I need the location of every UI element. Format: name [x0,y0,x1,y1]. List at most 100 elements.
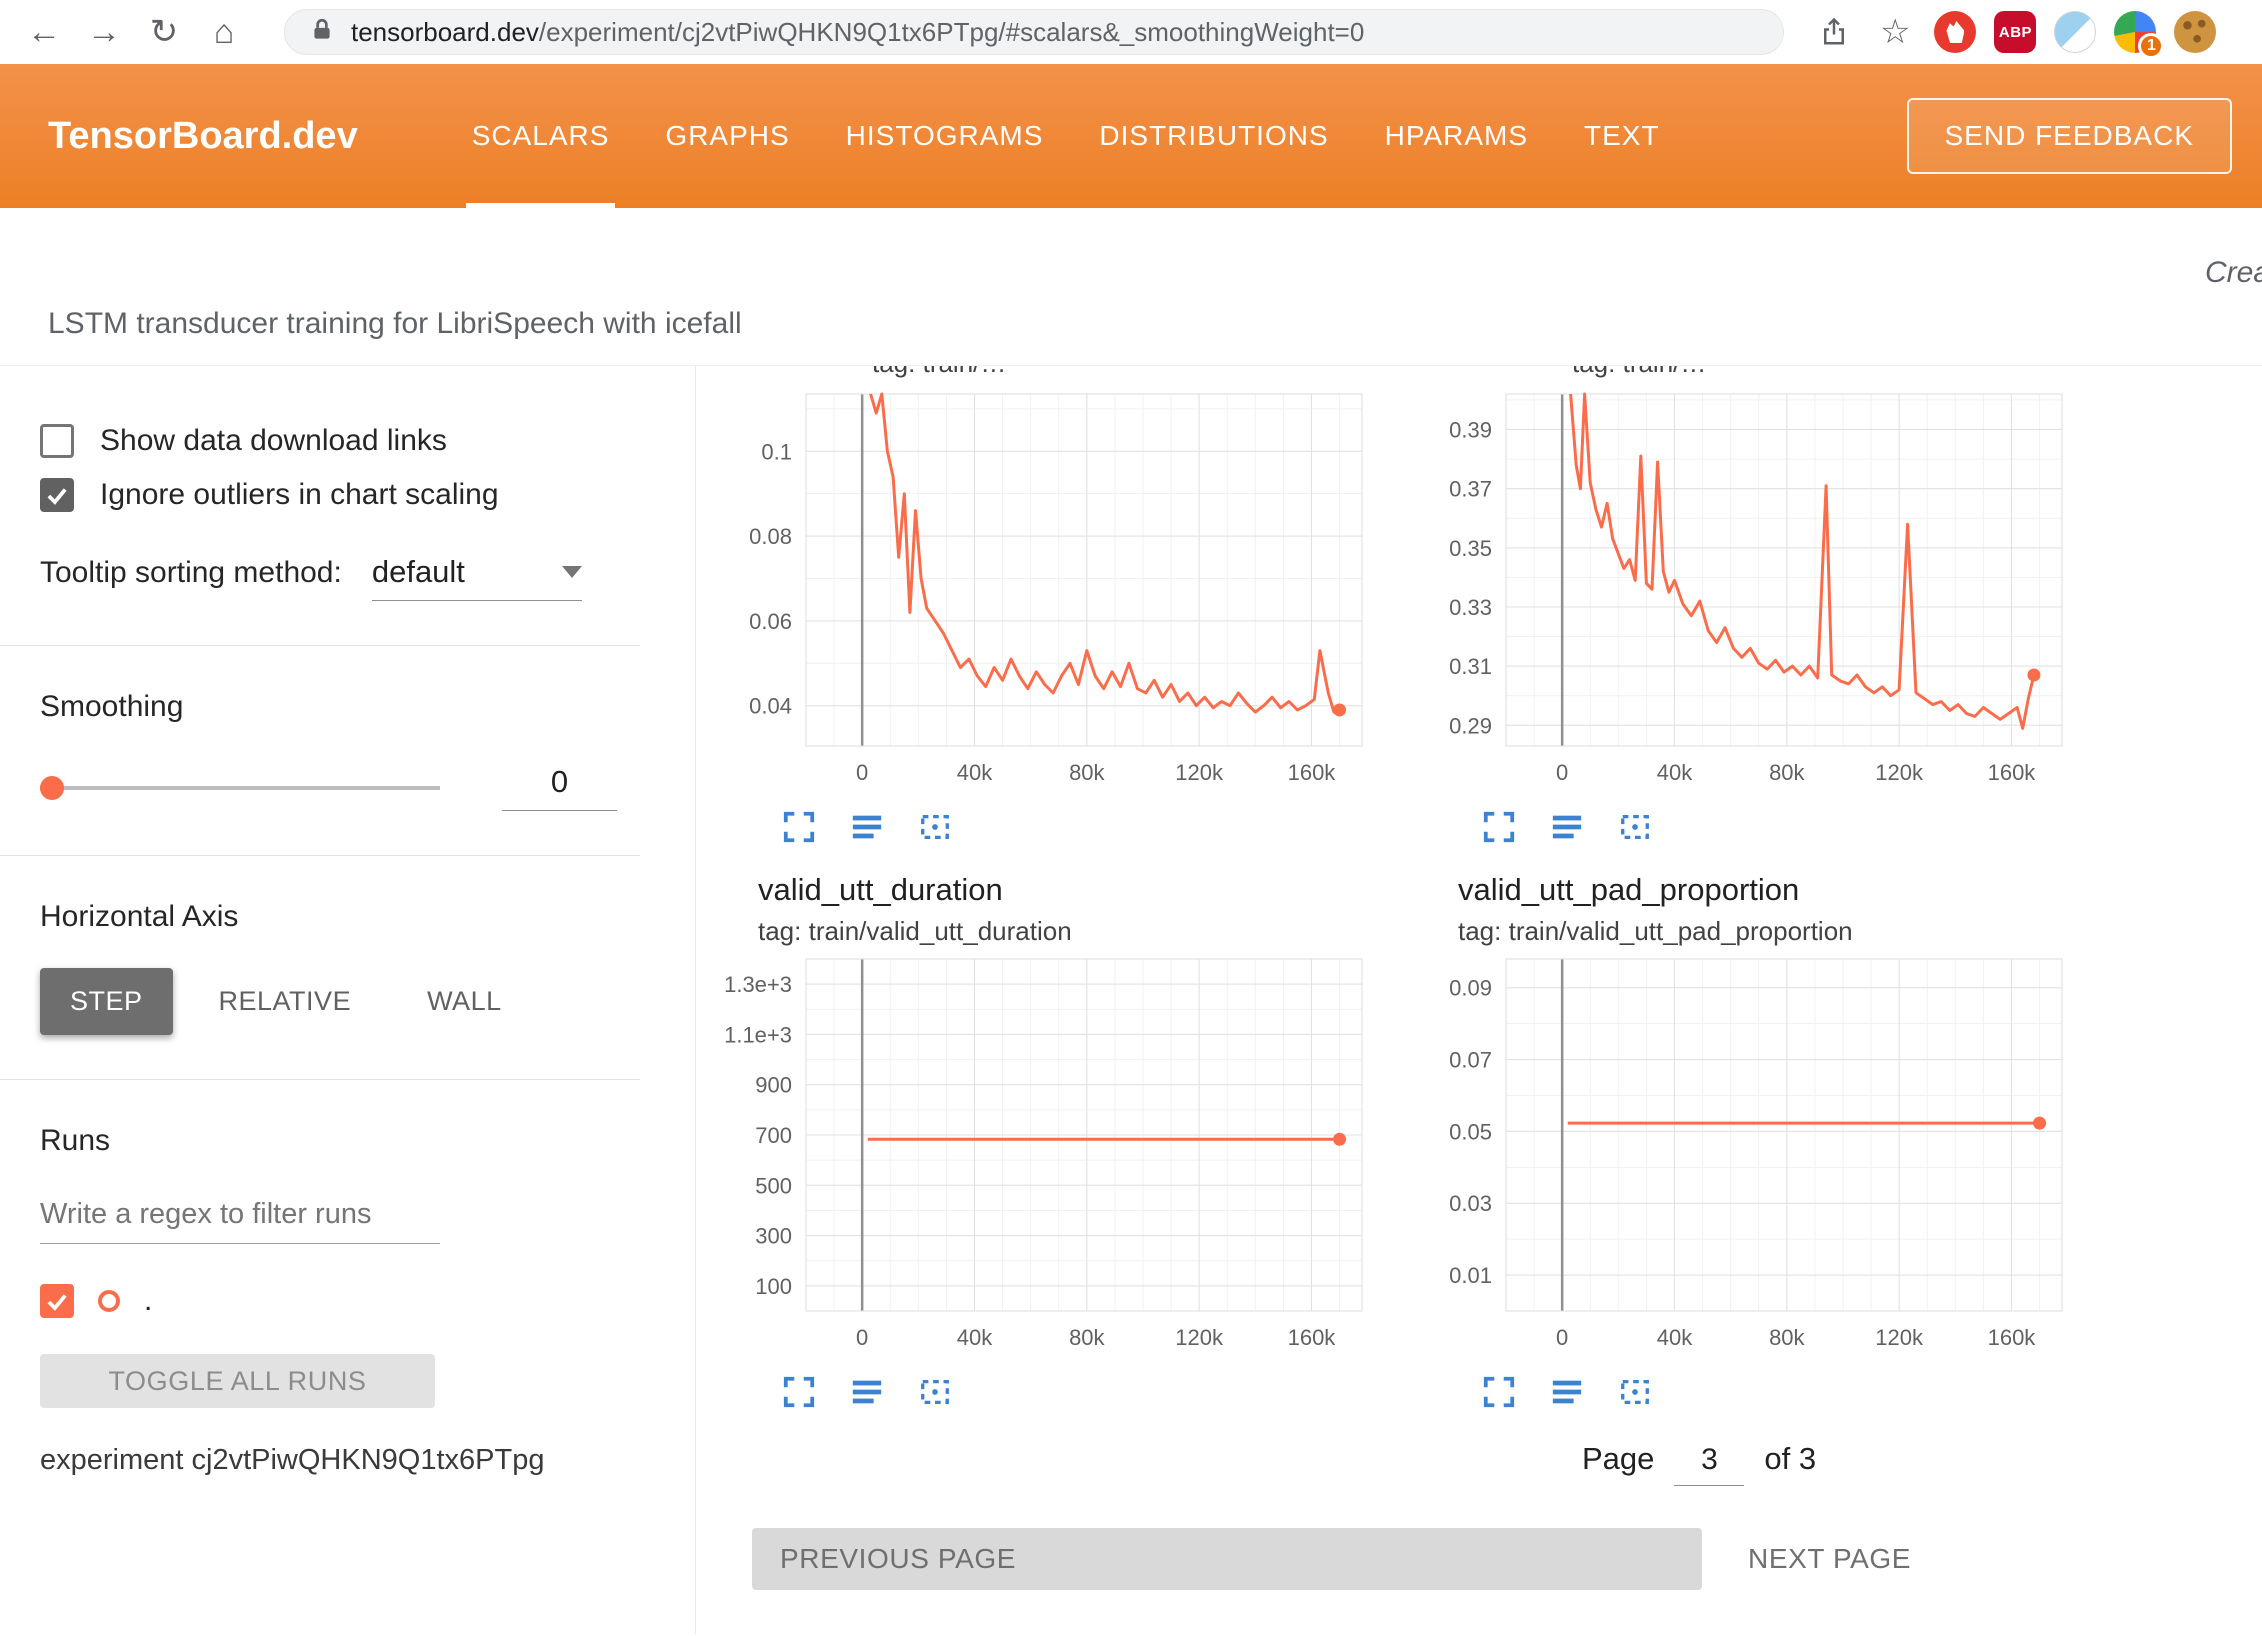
fullscreen-icon[interactable] [1478,806,1520,848]
svg-text:0.33: 0.33 [1449,595,1492,620]
svg-text:80k: 80k [1769,1325,1805,1350]
axis-relative-button[interactable]: RELATIVE [189,968,382,1035]
svg-text:0.29: 0.29 [1449,713,1492,738]
abp-extension-icon[interactable]: ABP [1994,11,2036,53]
svg-text:160k: 160k [1988,1325,2037,1350]
runs-filter-input[interactable] [40,1192,440,1244]
back-icon[interactable]: ← [18,6,70,58]
svg-text:0.39: 0.39 [1449,417,1492,442]
share-icon[interactable] [1808,6,1860,58]
divider [0,855,640,856]
cookie-extension-icon[interactable] [2174,11,2216,53]
run-color-ring-icon [98,1290,120,1312]
profile-avatar-icon[interactable]: 1 [2114,11,2156,53]
svg-text:0.1: 0.1 [761,439,792,464]
notification-badge: 1 [2138,33,2164,59]
created-text-truncated: Crea [2205,256,2262,290]
tab-graphs[interactable]: GRAPHS [637,64,817,208]
tab-distributions[interactable]: DISTRIBUTIONS [1071,64,1356,208]
fit-domain-icon[interactable] [914,1371,956,1413]
svg-text:0.05: 0.05 [1449,1119,1492,1144]
svg-text:120k: 120k [1175,760,1224,785]
chart-card-clipped-2: tag: train/… 040k80k120k160k0.290.310.33… [1422,366,2122,848]
run-checkbox[interactable] [40,1284,74,1318]
axis-wall-button[interactable]: WALL [397,968,532,1035]
fullscreen-icon[interactable] [778,1371,820,1413]
chart-title: valid_utt_duration [758,872,1422,908]
chart-card-clipped-1: tag: train/… 040k80k120k160k0.040.060.08… [722,366,1422,848]
chart-tag: tag: train/valid_utt_pad_proportion [1458,916,2122,947]
charts-panel: tag: train/… 040k80k120k160k0.040.060.08… [696,366,2262,1635]
line-chart[interactable]: 040k80k120k160k0.040.060.080.1 [722,386,1422,806]
divider [0,645,640,646]
tab-text[interactable]: TEXT [1556,64,1688,208]
experiment-name: experiment cj2vtPiwQHKN9Q1tx6PTpg [40,1444,640,1477]
tab-scalars[interactable]: SCALARS [444,64,638,208]
chart-tag-clipped: tag: train/… [872,366,1006,378]
svg-text:120k: 120k [1875,1325,1924,1350]
toggle-all-runs-button[interactable]: TOGGLE ALL RUNS [40,1354,435,1408]
settings-sidebar: Show data download links Ignore outliers… [0,366,696,1635]
line-chart[interactable]: 040k80k120k160k0.290.310.330.350.370.39 [1422,386,2122,806]
data-table-icon[interactable] [846,1371,888,1413]
axis-step-button[interactable]: STEP [40,968,173,1035]
bookmark-star-icon[interactable]: ☆ [1880,12,1910,52]
page-number-input[interactable]: 3 [1674,1443,1744,1486]
svg-text:0.31: 0.31 [1449,654,1492,679]
fit-domain-icon[interactable] [914,806,956,848]
smoothing-value-input[interactable]: 0 [502,764,617,811]
experiment-description: LSTM transducer training for LibriSpeech… [48,307,742,341]
fullscreen-icon[interactable] [1478,1371,1520,1413]
app-header: TensorBoard.dev SCALARS GRAPHS HISTOGRAM… [0,64,2262,208]
line-chart[interactable]: 040k80k120k160k1003005007009001.1e+31.3e… [722,951,1422,1371]
svg-text:0: 0 [856,760,868,785]
previous-page-button[interactable]: PREVIOUS PAGE [752,1528,1702,1590]
home-icon[interactable]: ⌂ [198,6,250,58]
fit-domain-icon[interactable] [1614,806,1656,848]
data-table-icon[interactable] [846,806,888,848]
svg-text:1.1e+3: 1.1e+3 [724,1022,792,1047]
svg-text:300: 300 [755,1224,792,1249]
run-name: . [144,1284,152,1318]
reload-icon[interactable]: ↻ [138,6,190,58]
svg-text:0.04: 0.04 [749,694,792,719]
tooltip-sorting-dropdown[interactable]: default [372,554,582,601]
svg-text:700: 700 [755,1123,792,1148]
next-page-button[interactable]: NEXT PAGE [1748,1543,1911,1575]
svg-text:0.37: 0.37 [1449,477,1492,502]
slider-thumb[interactable] [40,776,64,800]
svg-text:160k: 160k [1288,760,1337,785]
svg-text:0: 0 [1556,760,1568,785]
data-table-icon[interactable] [1546,806,1588,848]
svg-text:80k: 80k [1069,760,1105,785]
svg-text:0.35: 0.35 [1449,536,1492,561]
show-download-links-checkbox[interactable] [40,424,74,458]
fit-domain-icon[interactable] [1614,1371,1656,1413]
send-feedback-button[interactable]: SEND FEEDBACK [1907,98,2233,174]
svg-text:160k: 160k [1288,1325,1337,1350]
tab-hparams[interactable]: HPARAMS [1357,64,1556,208]
fullscreen-icon[interactable] [778,806,820,848]
horizontal-axis-label: Horizontal Axis [40,900,640,934]
chart-tag: tag: train/valid_utt_duration [758,916,1422,947]
brand-logo: TensorBoard.dev [48,115,358,158]
adblock-icon[interactable] [1934,11,1976,53]
slider-track [40,786,440,790]
nav-tabs: SCALARS GRAPHS HISTOGRAMS DISTRIBUTIONS … [444,64,1688,208]
url-text: tensorboard.dev/experiment/cj2vtPiwQHKN9… [351,17,1364,48]
ignore-outliers-checkbox[interactable] [40,478,74,512]
tab-histograms[interactable]: HISTOGRAMS [818,64,1072,208]
page-label: Page [1582,1441,1654,1477]
divider [0,1079,640,1080]
svg-text:160k: 160k [1988,760,2037,785]
ignore-outliers-label: Ignore outliers in chart scaling [100,478,499,512]
svg-text:100: 100 [755,1274,792,1299]
smoothing-slider[interactable] [40,770,440,806]
url-bar[interactable]: tensorboard.dev/experiment/cj2vtPiwQHKN9… [284,9,1784,55]
data-table-icon[interactable] [1546,1371,1588,1413]
svg-text:40k: 40k [1657,1325,1693,1350]
forward-icon[interactable]: → [78,6,130,58]
line-chart[interactable]: 040k80k120k160k0.010.030.050.070.09 [1422,951,2122,1371]
screenshot-extension-icon[interactable] [2054,11,2096,53]
svg-text:40k: 40k [957,760,993,785]
